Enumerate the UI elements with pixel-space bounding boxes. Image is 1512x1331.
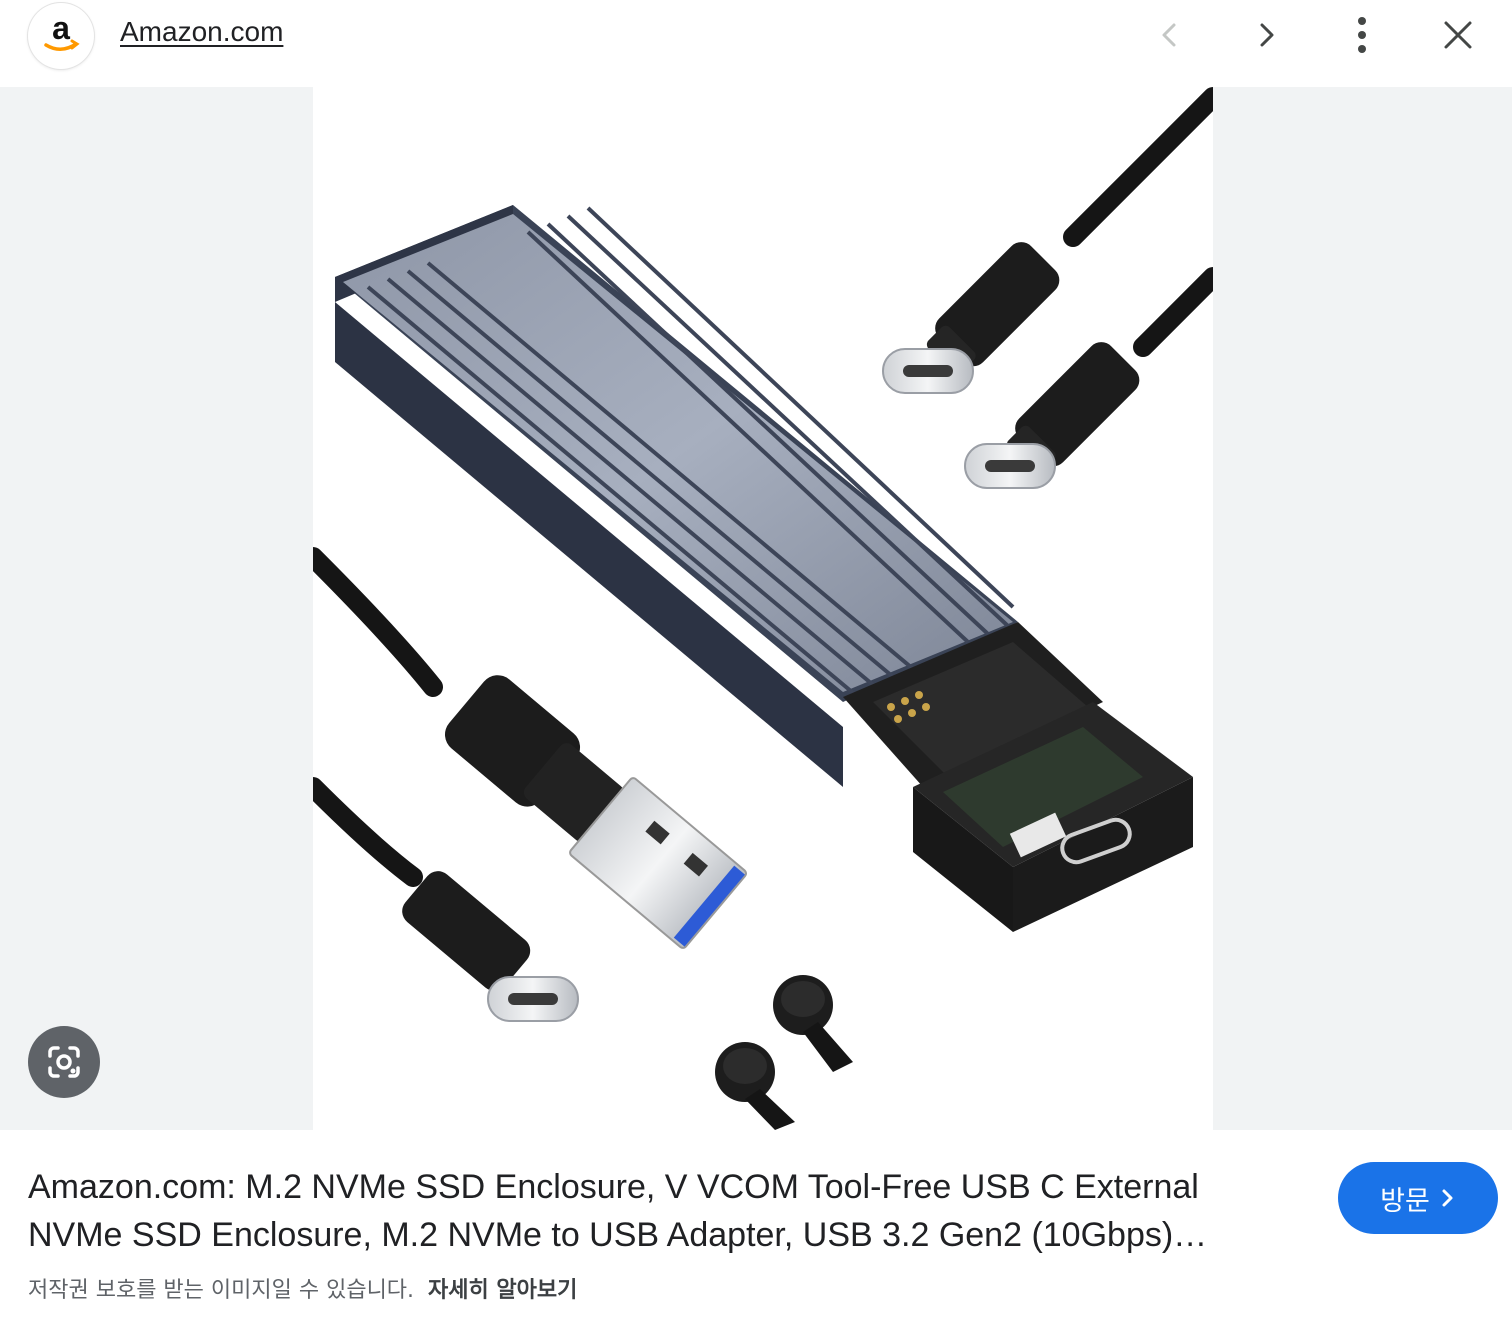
rubber-plugs (715, 975, 853, 1130)
viewer-header: a Amazon.com (0, 0, 1512, 87)
site-favicon[interactable]: a (28, 3, 94, 69)
chevron-right-icon (1442, 1189, 1453, 1207)
copyright-text: 저작권 보호를 받는 이미지일 수 있습니다. (28, 1278, 415, 1303)
usb-c-cable-1 (882, 87, 1213, 394)
google-lens-icon (48, 1046, 80, 1078)
close-button[interactable] (1434, 11, 1482, 59)
result-title-line-2: NVMe SSD Enclosure, M.2 NVMe to USB Adap… (28, 1216, 1208, 1254)
favicon-letter: a (52, 14, 70, 46)
visit-button-label: 방문 (1380, 1185, 1430, 1217)
lens-search-button[interactable] (28, 1026, 100, 1098)
learn-more-link[interactable]: 자세히 알아보기 (428, 1278, 577, 1303)
amazon-logo-icon: a (44, 14, 80, 51)
image-stage (0, 87, 1512, 1130)
chevron-right-icon (1260, 23, 1274, 47)
usb-c-cable-3 (313, 777, 579, 1022)
close-icon (1444, 21, 1472, 49)
result-title[interactable]: Amazon.com: M.2 NVMe SSD Enclosure, V VC… (28, 1163, 1298, 1259)
prev-image-button[interactable] (1146, 11, 1194, 59)
product-illustration (313, 87, 1213, 1130)
copyright-notice: 저작권 보호를 받는 이미지일 수 있습니다. 자세히 알아보기 (28, 1272, 577, 1304)
next-image-button[interactable] (1242, 11, 1290, 59)
site-link[interactable]: Amazon.com (120, 16, 283, 48)
result-title-line-1: Amazon.com: M.2 NVMe SSD Enclosure, V VC… (28, 1168, 1199, 1206)
ssd-enclosure (335, 205, 1193, 932)
visit-button[interactable]: 방문 (1338, 1162, 1498, 1234)
chevron-left-icon (1162, 23, 1176, 47)
more-vert-icon (1358, 17, 1366, 53)
more-options-button[interactable] (1338, 11, 1386, 59)
product-image[interactable] (313, 87, 1213, 1130)
